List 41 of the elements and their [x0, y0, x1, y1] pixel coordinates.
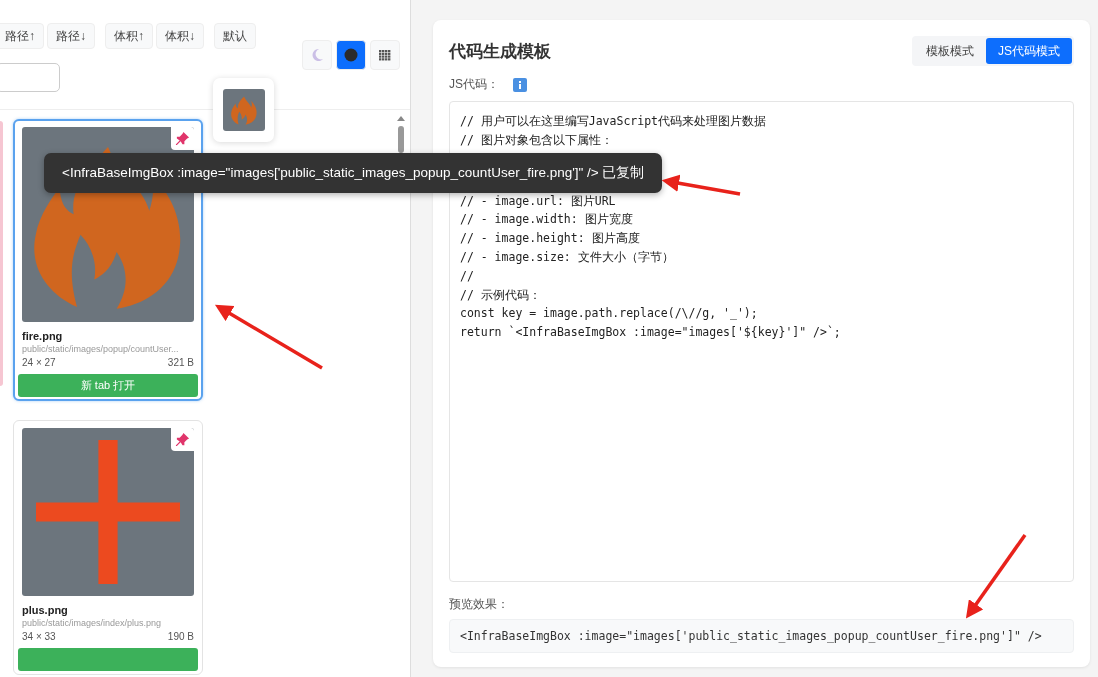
- code-line: // 用户可以在这里编写JavaScript代码来处理图片数据: [460, 113, 767, 130]
- copied-toast: <InfraBaseImgBox :image="images['public_static_images_popup_countUser_fire.png']" /> 已复制: [44, 153, 663, 193]
- circle-icon: [344, 48, 358, 62]
- preview-output: <InfraBaseImgBox :image="images['public_static_images_popup_countUser_fire.png']" />: [449, 619, 1074, 653]
- grid-icon: [379, 49, 391, 61]
- panel-title: 代码生成模板: [449, 40, 551, 63]
- info-icon[interactable]: [513, 77, 527, 92]
- file-path: public/static/images/popup/countUser...: [22, 344, 180, 354]
- image-dimensions: 24 × 27: [22, 357, 56, 368]
- sort-button[interactable]: 体积↑: [105, 23, 153, 49]
- code-line: //: [460, 267, 475, 285]
- file-name: plus.png: [22, 604, 69, 616]
- mode-tab[interactable]: 模板模式: [914, 38, 986, 64]
- pin-icon[interactable]: [175, 432, 190, 447]
- view-mode-button[interactable]: [370, 40, 400, 70]
- file-size: 190 B: [167, 631, 194, 642]
- image-card[interactable]: plus.png public/static/images/index/plus.png 34 × 33 190 B: [13, 420, 203, 675]
- view-mode-button[interactable]: [336, 40, 366, 70]
- sort-button[interactable]: 路径↑: [0, 23, 44, 49]
- code-line: // - image.width: 图片宽度: [460, 211, 634, 229]
- code-line: // 示例代码：: [460, 286, 542, 304]
- file-path: public/static/images/index/plus.png: [22, 618, 163, 628]
- flame-drawing: [228, 95, 259, 125]
- sort-button[interactable]: 默认: [214, 23, 256, 49]
- preview-label: 预览效果：: [449, 596, 510, 613]
- code-line: // - image.url: 图片URL: [460, 192, 617, 210]
- code-label: JS代码：: [449, 76, 499, 93]
- search-field[interactable]: [0, 63, 60, 92]
- image-dimensions: 34 × 33: [22, 631, 56, 642]
- mode-tab[interactable]: JS代码模式: [986, 38, 1072, 64]
- code-line: return `<InfraBaseImgBox :image="images['${key}']" />`;: [460, 324, 842, 342]
- code-line: // 图片对象包含以下属性：: [460, 131, 614, 149]
- moon-icon: [310, 48, 324, 62]
- pin-icon[interactable]: [175, 131, 190, 146]
- sort-button[interactable]: 体积↓: [156, 23, 204, 49]
- code-line: // - image.height: 图片高度: [460, 230, 641, 248]
- code-line: // - image.size: 文件大小（字节）: [460, 249, 675, 266]
- file-name: fire.png: [22, 330, 64, 342]
- sort-button[interactable]: 路径↓: [47, 23, 95, 49]
- code-line: const key = image.path.replace(/\//g, '_');: [460, 305, 759, 323]
- file-size: 321 B: [167, 357, 194, 368]
